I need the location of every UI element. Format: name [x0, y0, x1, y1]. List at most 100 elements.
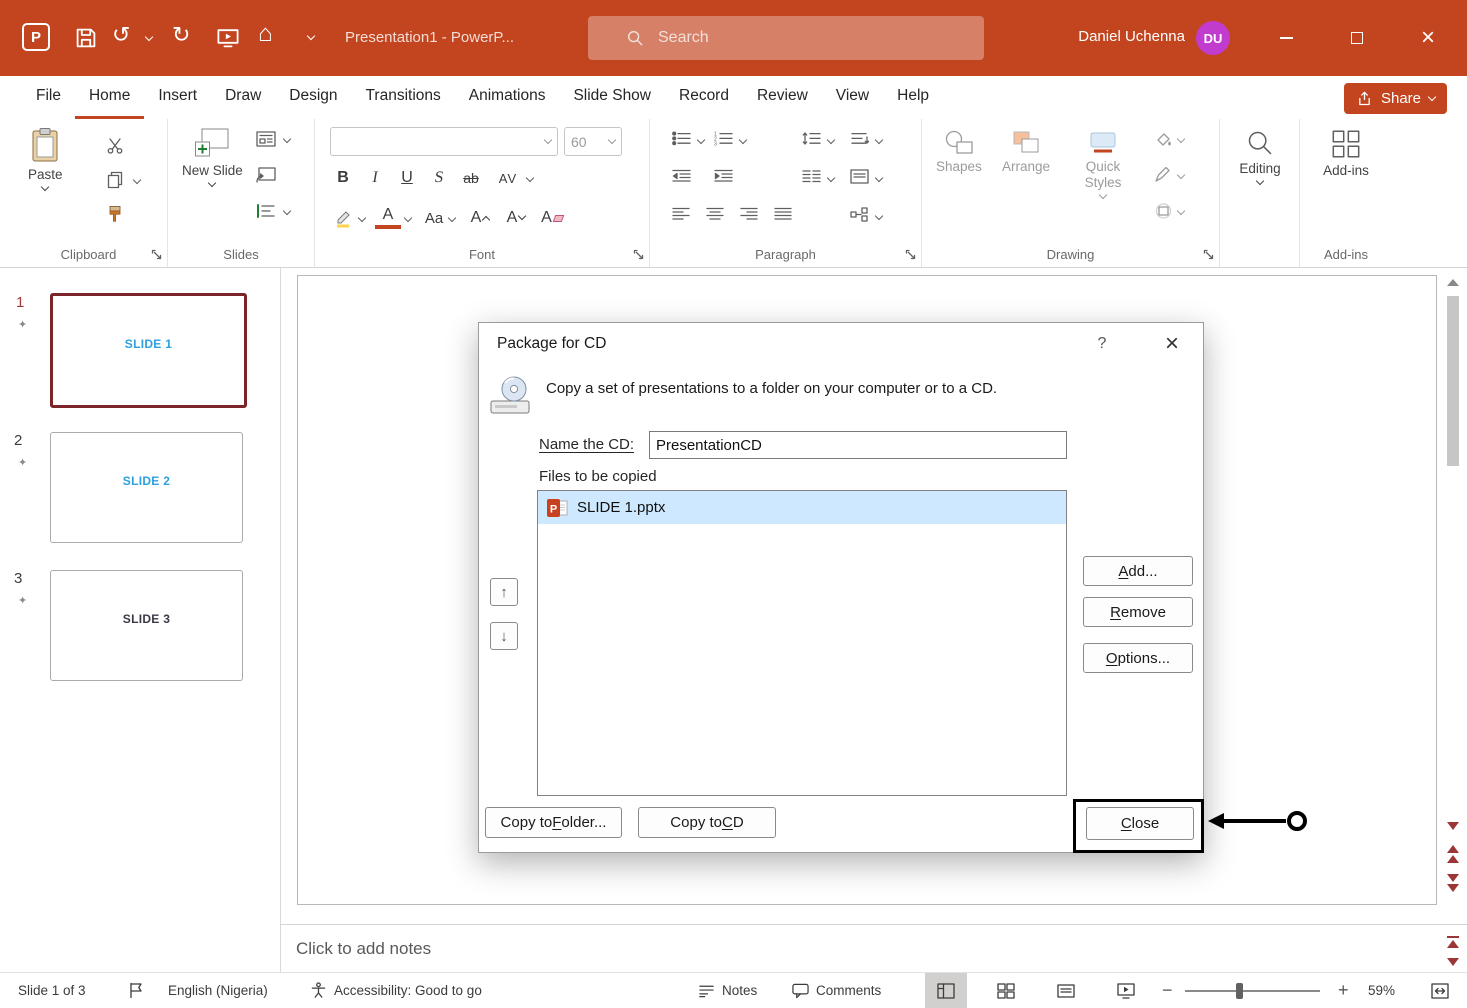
redo-icon[interactable]: ↻ — [172, 22, 190, 48]
section-chevron-icon[interactable] — [283, 207, 291, 215]
section-button[interactable] — [256, 203, 276, 219]
align-left-button[interactable] — [672, 207, 690, 221]
addins-button[interactable]: Add-ins — [1317, 129, 1375, 178]
cut-button[interactable] — [102, 133, 128, 159]
paste-button[interactable]: Paste — [28, 127, 63, 190]
text-shadow-button[interactable]: S — [424, 165, 454, 191]
change-case-chevron-icon[interactable] — [448, 214, 456, 222]
line-spacing-button[interactable] — [802, 131, 821, 146]
quick-styles-button[interactable]: Quick Styles — [1072, 129, 1134, 198]
slide-thumbnail-2[interactable]: SLIDE 2 — [50, 432, 243, 543]
search-box[interactable]: Search — [588, 16, 984, 60]
decrease-indent-button[interactable] — [672, 169, 691, 184]
slide-layout-button[interactable] — [256, 131, 276, 147]
decrease-font-size-button[interactable]: A — [503, 205, 529, 231]
underline-button[interactable]: U — [394, 165, 420, 191]
bullets-button[interactable] — [672, 131, 691, 146]
notes-button[interactable]: Notes — [698, 973, 757, 1008]
align-right-button[interactable] — [740, 207, 758, 221]
columns-button[interactable] — [802, 169, 821, 184]
tab-help[interactable]: Help — [883, 76, 943, 119]
fit-to-window-button[interactable] — [1420, 973, 1460, 1008]
accessibility-status[interactable]: Accessibility: Good to go — [334, 973, 482, 1008]
font-size-combo[interactable]: 60 — [564, 127, 622, 156]
convert-to-smartart-button[interactable] — [850, 207, 869, 222]
copy-button[interactable] — [102, 167, 128, 193]
character-spacing-button[interactable]: AV — [495, 165, 521, 191]
numbering-chevron-icon[interactable] — [739, 136, 747, 144]
format-painter-button[interactable] — [102, 201, 128, 227]
dialog-close-icon[interactable]: × — [1155, 323, 1189, 365]
align-text-chevron-icon[interactable] — [875, 174, 883, 182]
shape-fill-button[interactable] — [1154, 131, 1172, 147]
paragraph-dialog-launcher-icon[interactable] — [905, 249, 916, 260]
justify-button[interactable] — [774, 207, 792, 221]
copy-to-cd-button[interactable]: Copy to CD — [638, 807, 776, 838]
close-window-button[interactable]: × — [1405, 0, 1451, 76]
align-text-button[interactable] — [850, 169, 869, 184]
files-listbox[interactable]: P SLIDE 1.pptx — [537, 490, 1067, 796]
change-case-button[interactable]: Aa — [421, 205, 447, 231]
start-slideshow-icon[interactable] — [216, 26, 240, 50]
clipboard-dialog-launcher-icon[interactable] — [151, 249, 162, 260]
editing-button[interactable]: Editing — [1231, 129, 1289, 184]
home-icon[interactable]: ⌂ — [258, 20, 273, 48]
tab-draw[interactable]: Draw — [211, 76, 275, 119]
zoom-slider-track[interactable] — [1185, 990, 1320, 992]
move-up-button[interactable]: ↑ — [490, 578, 518, 606]
new-slide-button[interactable]: New Slide — [182, 127, 243, 186]
quick-access-chevron-icon[interactable] — [307, 32, 315, 40]
tab-view[interactable]: View — [822, 76, 883, 119]
shape-outline-chevron-icon[interactable] — [1177, 171, 1185, 179]
save-icon[interactable] — [74, 26, 98, 50]
shape-effects-chevron-icon[interactable] — [1177, 207, 1185, 215]
tab-insert[interactable]: Insert — [144, 76, 211, 119]
zoom-in-button[interactable]: + — [1338, 973, 1349, 1008]
user-name[interactable]: Daniel Uchenna — [1040, 28, 1185, 45]
increase-indent-button[interactable] — [714, 169, 733, 184]
drawing-dialog-launcher-icon[interactable] — [1203, 249, 1214, 260]
font-name-combo[interactable] — [330, 127, 558, 156]
file-list-item[interactable]: P SLIDE 1.pptx — [538, 491, 1066, 524]
tab-record[interactable]: Record — [665, 76, 743, 119]
notes-collapse-button[interactable] — [1447, 958, 1459, 966]
line-spacing-chevron-icon[interactable] — [827, 136, 835, 144]
bullets-chevron-icon[interactable] — [697, 136, 705, 144]
shapes-button[interactable]: Shapes — [936, 129, 982, 174]
tab-review[interactable]: Review — [743, 76, 822, 119]
zoom-out-button[interactable]: − — [1162, 973, 1173, 1008]
vertical-scrollbar-thumb[interactable] — [1447, 296, 1459, 466]
tab-file[interactable]: File — [22, 76, 75, 119]
add-button[interactable]: Add... — [1083, 556, 1193, 586]
comments-button[interactable]: Comments — [792, 973, 881, 1008]
copy-chevron-icon[interactable] — [133, 176, 141, 184]
font-color-chevron-icon[interactable] — [404, 214, 412, 222]
tab-animations[interactable]: Animations — [455, 76, 560, 119]
text-direction-button[interactable] — [850, 131, 869, 146]
normal-view-button[interactable] — [925, 973, 967, 1008]
text-highlight-button[interactable] — [330, 205, 356, 231]
maximize-button[interactable] — [1334, 0, 1380, 76]
bold-button[interactable]: B — [330, 165, 356, 191]
font-color-button[interactable]: A — [375, 205, 401, 229]
avatar[interactable]: DU — [1196, 21, 1230, 55]
notes-pane[interactable]: Click to add notes — [281, 924, 1467, 972]
numbering-button[interactable]: 123 — [714, 131, 733, 146]
slide-thumbnail-1[interactable]: SLIDE 1 — [50, 293, 247, 408]
undo-icon[interactable]: ↺ — [112, 22, 130, 48]
slideshow-view-button[interactable] — [1105, 973, 1147, 1008]
reset-slide-button[interactable] — [256, 167, 276, 183]
strikethrough-button[interactable]: ab — [458, 165, 484, 191]
arrange-button[interactable]: Arrange — [1002, 129, 1050, 174]
character-spacing-chevron-icon[interactable] — [526, 174, 534, 182]
move-down-button[interactable]: ↓ — [490, 622, 518, 650]
powerpoint-logo-icon[interactable]: P — [22, 23, 50, 51]
options-button[interactable]: Options... — [1083, 643, 1193, 673]
align-center-button[interactable] — [706, 207, 724, 221]
clear-formatting-button[interactable]: A — [539, 205, 565, 231]
columns-chevron-icon[interactable] — [827, 174, 835, 182]
shape-fill-chevron-icon[interactable] — [1177, 135, 1185, 143]
slide-sorter-view-button[interactable] — [985, 973, 1027, 1008]
highlight-chevron-icon[interactable] — [358, 214, 366, 222]
language-status[interactable]: English (Nigeria) — [168, 973, 268, 1008]
